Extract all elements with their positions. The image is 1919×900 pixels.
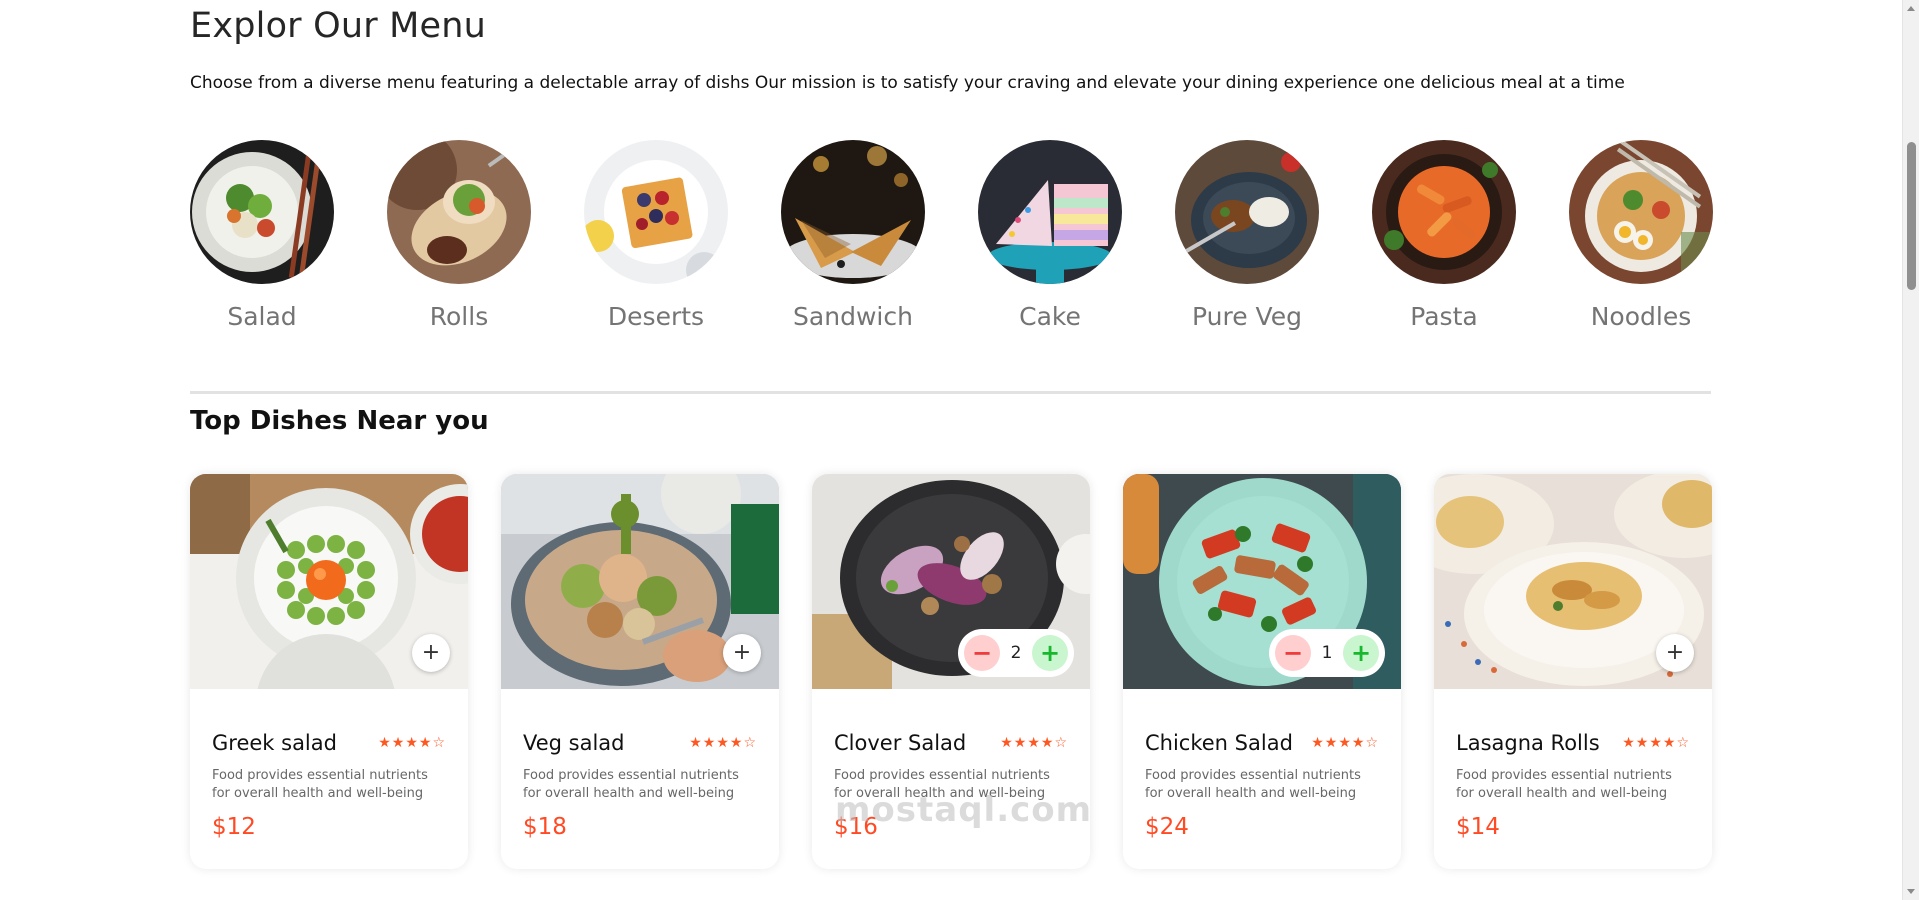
category-label: Salad [227, 302, 297, 331]
dish-name: Clover Salad [834, 731, 967, 755]
category-rolls-image [387, 140, 531, 284]
dish-name: Greek salad [212, 731, 337, 755]
category-cake[interactable]: Cake [978, 140, 1122, 331]
dish-price: $12 [212, 814, 256, 840]
category-list: Salad Rolls Deserts Sandwich Cake Pure V… [190, 140, 1713, 340]
category-pasta-image [1372, 140, 1516, 284]
dish-image: + [190, 474, 468, 689]
dish-card-greek-salad: + Greek salad ★★★★☆ Food provides essent… [190, 474, 468, 869]
category-cake-image [978, 140, 1122, 284]
category-noodles[interactable]: Noodles [1569, 140, 1713, 331]
category-label: Rolls [429, 302, 489, 331]
dish-description: Food provides essential nutrients for ov… [1456, 768, 1672, 801]
scrollbar-thumb[interactable] [1907, 142, 1916, 290]
dish-description: Food provides essential nutrients for ov… [834, 768, 1050, 801]
quantity-value: 2 [1010, 643, 1022, 663]
rating-stars-icon: ★★★★☆ [1311, 735, 1379, 751]
dish-name: Chicken Salad [1145, 731, 1293, 755]
category-pure-veg[interactable]: Pure Veg [1175, 140, 1319, 331]
category-salad[interactable]: Salad [190, 140, 334, 331]
menu-description: Choose from a diverse menu featuring a d… [190, 73, 1625, 93]
rating-stars-icon: ★★★★☆ [1622, 735, 1690, 751]
vertical-scrollbar[interactable] [1902, 0, 1919, 900]
dish-price: $18 [523, 814, 567, 840]
rating-stars-icon: ★★★★☆ [378, 735, 446, 751]
dish-price: $24 [1145, 814, 1189, 840]
category-label: Noodles [1590, 302, 1692, 331]
dish-description: Food provides essential nutrients for ov… [212, 768, 428, 801]
category-deserts-image [584, 140, 728, 284]
scroll-down-arrow-icon[interactable] [1907, 889, 1915, 894]
category-label: Sandwich [793, 302, 913, 331]
category-rolls[interactable]: Rolls [387, 140, 531, 331]
dish-name: Lasagna Rolls [1456, 731, 1600, 755]
scroll-up-arrow-icon[interactable] [1907, 6, 1915, 11]
category-label: Deserts [607, 302, 705, 331]
dish-card-veg-salad: + Veg salad ★★★★☆ Food provides essentia… [501, 474, 779, 869]
dish-image: + [501, 474, 779, 689]
quantity-stepper: − 2 + [958, 629, 1074, 677]
quantity-value: 1 [1321, 643, 1333, 663]
dish-price: $16 [834, 814, 878, 840]
add-to-cart-button[interactable]: + [1656, 634, 1694, 672]
category-pure-veg-image [1175, 140, 1319, 284]
dish-name: Veg salad [523, 731, 625, 755]
section-divider [190, 391, 1711, 394]
dish-image: + [1434, 474, 1712, 689]
dish-card-clover-salad: − 2 + Clover Salad ★★★★☆ Food provides e… [812, 474, 1090, 869]
dish-card-lasagna-rolls: + Lasagna Rolls ★★★★☆ Food provides esse… [1434, 474, 1712, 869]
category-deserts[interactable]: Deserts [584, 140, 728, 331]
category-pasta[interactable]: Pasta [1372, 140, 1516, 331]
category-label: Cake [1019, 302, 1081, 331]
decrease-quantity-button[interactable]: − [964, 635, 1000, 671]
dish-price: $14 [1456, 814, 1500, 840]
top-dishes-title: Top Dishes Near you [190, 406, 489, 436]
page: Explor Our Menu Choose from a diverse me… [0, 0, 1919, 900]
dish-description: Food provides essential nutrients for ov… [1145, 768, 1361, 801]
increase-quantity-button[interactable]: + [1032, 635, 1068, 671]
dish-image: − 1 + [1123, 474, 1401, 689]
category-label: Pasta [1410, 302, 1478, 331]
dish-card-chicken-salad: − 1 + Chicken Salad ★★★★☆ Food provides … [1123, 474, 1401, 869]
rating-stars-icon: ★★★★☆ [689, 735, 757, 751]
dish-image: − 2 + [812, 474, 1090, 689]
increase-quantity-button[interactable]: + [1343, 635, 1379, 671]
category-label: Pure Veg [1192, 302, 1302, 331]
category-salad-image [190, 140, 334, 284]
menu-title: Explor Our Menu [190, 6, 487, 46]
category-noodles-image [1569, 140, 1713, 284]
category-sandwich[interactable]: Sandwich [781, 140, 925, 331]
add-to-cart-button[interactable]: + [412, 634, 450, 672]
rating-stars-icon: ★★★★☆ [1000, 735, 1068, 751]
add-to-cart-button[interactable]: + [723, 634, 761, 672]
dish-list: + Greek salad ★★★★☆ Food provides essent… [190, 474, 1712, 874]
quantity-stepper: − 1 + [1269, 629, 1385, 677]
category-sandwich-image [781, 140, 925, 284]
dish-description: Food provides essential nutrients for ov… [523, 768, 739, 801]
decrease-quantity-button[interactable]: − [1275, 635, 1311, 671]
